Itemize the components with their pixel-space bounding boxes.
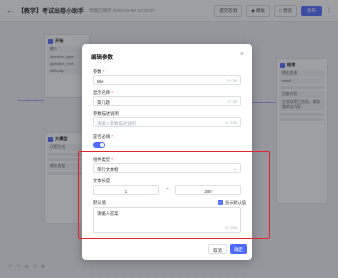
desc-count: 0 / 100	[225, 120, 237, 125]
param-name-input[interactable]: title 5 / 30	[93, 75, 241, 85]
required-toggle[interactable]	[93, 142, 105, 148]
display-name-label-text: 显示名称	[93, 90, 111, 95]
required-label-text: 是否必填	[93, 134, 111, 139]
undo-icon[interactable]: ↶	[8, 264, 12, 270]
display-name-value: 第几题	[97, 99, 110, 105]
highlight-box	[78, 151, 270, 239]
param-name-value: title	[97, 78, 104, 84]
toggle-knob	[99, 142, 105, 148]
param-name-count: 5 / 30	[227, 78, 238, 83]
zoom-out-icon[interactable]: ⊖	[33, 264, 37, 270]
display-name-count: 3 / 30	[227, 99, 238, 104]
param-name-label-text: 参数	[93, 69, 102, 74]
desc-input[interactable]: 请输入参数描述说明 0 / 100	[93, 117, 241, 127]
close-icon[interactable]: ×	[240, 51, 244, 58]
dialog-title: 编辑参数	[91, 55, 114, 61]
confirm-button[interactable]: 确定	[230, 244, 247, 254]
canvas-toolbar: ↶ ↷ ⊕ ⊖ ✥	[8, 264, 45, 270]
desc-placeholder: 请输入参数描述说明	[97, 120, 136, 126]
display-name-input[interactable]: 第几题 3 / 30	[93, 96, 241, 106]
zoom-in-icon[interactable]: ⊕	[24, 264, 28, 270]
fit-view-icon[interactable]: ✥	[41, 264, 45, 270]
required-label: 是否必填 *	[93, 134, 114, 139]
cancel-button[interactable]: 取消	[208, 244, 227, 254]
redo-icon[interactable]: ↷	[16, 264, 20, 270]
